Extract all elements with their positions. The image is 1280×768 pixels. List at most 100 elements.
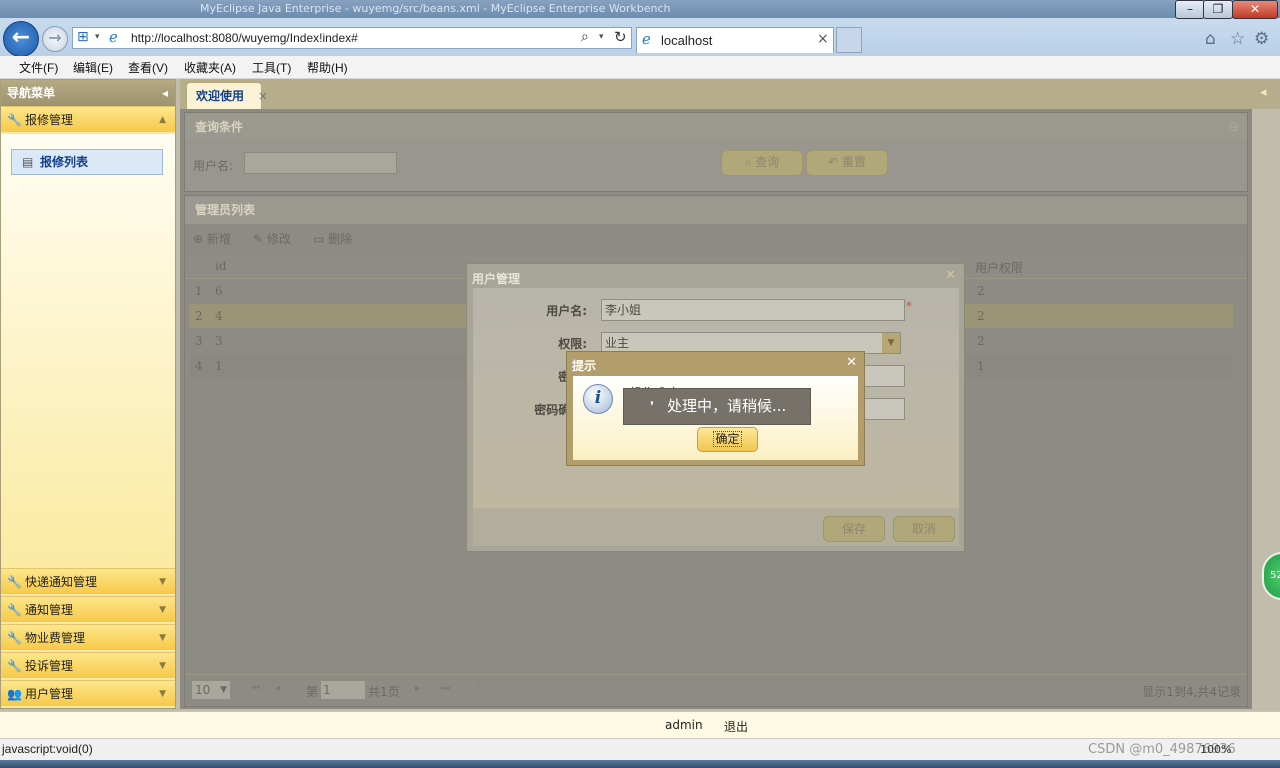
reset-button[interactable]: ↶ 重置 bbox=[806, 150, 888, 176]
delete-label: 删除 bbox=[328, 232, 353, 246]
sidebar-item-repair-list[interactable]: ▤ 报修列表 bbox=[11, 149, 163, 175]
pager: 10 ▼ ⏮ ◂ 第 1 共1页 ▸ ⏭ ↻ 显示1到4,共4记录 bbox=[185, 674, 1247, 707]
section-label: 物业费管理 bbox=[25, 631, 86, 645]
menu-tools[interactable]: 工具(T) bbox=[252, 59, 291, 76]
compat-icon[interactable]: ⊞ bbox=[77, 29, 89, 45]
cell-id: 6 bbox=[215, 284, 223, 298]
new-tab-button[interactable] bbox=[836, 27, 862, 53]
alert-title: 提示 bbox=[572, 359, 597, 373]
section-label: 快递通知管理 bbox=[25, 575, 98, 589]
edit-button[interactable]: ✎ 修改 bbox=[253, 230, 291, 247]
row-number: 3 bbox=[195, 334, 203, 348]
spinner-icon: ❜ bbox=[650, 399, 654, 413]
collapse-sidebar-icon[interactable]: ◂ bbox=[156, 80, 168, 106]
collapse-panel-icon[interactable]: ⊖ bbox=[1228, 120, 1239, 135]
loading-mask: ❜ 处理中，请稍候... bbox=[623, 388, 811, 425]
logout-link[interactable]: 退出 bbox=[724, 718, 748, 735]
search-button[interactable]: ⌕ 查询 bbox=[721, 150, 803, 176]
add-button[interactable]: ⊕ 新增 bbox=[193, 230, 231, 247]
tab-welcome[interactable]: 欢迎使用 × bbox=[186, 82, 268, 109]
refresh-icon[interactable]: ↻ bbox=[475, 681, 486, 696]
refresh-icon[interactable]: ↻ bbox=[614, 28, 627, 46]
save-button[interactable]: 保存 bbox=[823, 516, 885, 542]
tab-label: 欢迎使用 bbox=[196, 89, 245, 103]
cell-id: 4 bbox=[215, 309, 223, 323]
search-icon[interactable]: ⌕ bbox=[581, 29, 589, 45]
browser-tab[interactable]: ℯ localhost × bbox=[636, 27, 834, 53]
permission-label: 权限: bbox=[558, 337, 587, 351]
query-username-input[interactable] bbox=[244, 152, 397, 174]
menu-help[interactable]: 帮助(H) bbox=[307, 59, 348, 76]
maximize-button[interactable]: ❐ bbox=[1203, 0, 1233, 19]
last-page-icon[interactable]: ⏭ bbox=[441, 683, 450, 694]
next-page-icon[interactable]: ▸ bbox=[415, 683, 420, 694]
dialog-close-icon[interactable]: ✕ bbox=[945, 268, 956, 283]
wrench-icon: 🔧 bbox=[7, 659, 22, 673]
list-panel-title: 管理员列表 bbox=[185, 196, 1247, 224]
cancel-button[interactable]: 取消 bbox=[893, 516, 955, 542]
tab-close-icon[interactable]: × bbox=[249, 83, 268, 109]
wrench-icon: 🔧 bbox=[7, 631, 22, 645]
status-bar: javascript:void(0) CSDN @m0_49876936 100… bbox=[0, 738, 1280, 760]
col-id[interactable]: id bbox=[215, 259, 227, 273]
collapse-right-icon[interactable]: ◂ bbox=[1260, 85, 1267, 100]
delete-button[interactable]: ▭ 删除 bbox=[313, 230, 352, 247]
page-number-input[interactable]: 1 bbox=[320, 680, 366, 700]
minimize-button[interactable]: – bbox=[1175, 0, 1205, 19]
add-label: 新增 bbox=[206, 232, 231, 246]
cell-permission: 2 bbox=[977, 284, 985, 298]
sidebar: 导航菜单 ◂ 🔧 报修管理 ▲ ▤ 报修列表 🔧 快递通知管理 ▼ 🔧 通知管理… bbox=[0, 79, 176, 709]
menu-view[interactable]: 查看(V) bbox=[128, 59, 168, 76]
page-size-select[interactable]: 10 ▼ bbox=[191, 680, 231, 700]
ok-button[interactable]: 确定 bbox=[697, 427, 758, 452]
cell-id: 3 bbox=[215, 334, 223, 348]
section-label: 通知管理 bbox=[25, 603, 74, 617]
menu-file[interactable]: 文件(F) bbox=[19, 59, 58, 76]
window-close-button[interactable]: ✕ bbox=[1232, 0, 1278, 19]
tab-strip: 欢迎使用 × ◂ bbox=[180, 79, 1280, 109]
zoom-level[interactable]: 100% bbox=[1200, 743, 1231, 756]
alert-close-icon[interactable]: ✕ bbox=[846, 355, 857, 370]
back-arrow-icon[interactable]: ← bbox=[3, 21, 39, 57]
list-toolbar: ⊕ 新增 ✎ 修改 ▭ 删除 bbox=[185, 224, 1247, 252]
sidebar-section-notice[interactable]: 🔧 通知管理 ▼ bbox=[1, 596, 175, 622]
address-url[interactable]: http://localhost:8080/wuyemg/Index!index… bbox=[131, 31, 358, 45]
gear-icon[interactable]: ⚙ bbox=[1254, 29, 1269, 49]
chevron-down-icon[interactable]: ▼ bbox=[882, 333, 900, 353]
sidebar-section-complaint[interactable]: 🔧 投诉管理 ▼ bbox=[1, 652, 175, 678]
browser-chrome: MyEclipse Java Enterprise - wuyemg/src/b… bbox=[0, 0, 1280, 57]
sidebar-title: 导航菜单 ◂ bbox=[1, 80, 175, 106]
info-icon: i bbox=[583, 384, 613, 414]
sidebar-section-repair[interactable]: 🔧 报修管理 ▲ bbox=[1, 106, 175, 132]
sidebar-section-fee[interactable]: 🔧 物业费管理 ▼ bbox=[1, 624, 175, 650]
cell-permission: 2 bbox=[977, 334, 985, 348]
permission-value: 业主 bbox=[605, 336, 630, 350]
prev-page-icon[interactable]: ◂ bbox=[275, 683, 280, 694]
menu-edit[interactable]: 编辑(E) bbox=[73, 59, 113, 76]
row-number: 4 bbox=[195, 359, 203, 373]
page-total: 共1页 bbox=[368, 685, 400, 699]
tab-close-icon[interactable]: × bbox=[817, 31, 829, 47]
window-titlebar: MyEclipse Java Enterprise - wuyemg/src/b… bbox=[0, 0, 1280, 18]
col-permission[interactable]: 用户权限 bbox=[975, 259, 1023, 276]
address-bar[interactable]: ⊞ ▾ ℯ http://localhost:8080/wuyemg/Index… bbox=[72, 27, 632, 49]
footer-username: admin bbox=[665, 718, 703, 732]
sidebar-item-label: 报修列表 bbox=[40, 155, 89, 169]
list-icon: ▤ bbox=[22, 155, 34, 169]
username-input[interactable]: 李小姐 bbox=[601, 299, 905, 321]
query-panel-title: 查询条件 bbox=[185, 113, 1247, 141]
search-button-label: 查询 bbox=[755, 155, 780, 169]
sidebar-section-users[interactable]: 👥 用户管理 ▼ bbox=[1, 680, 175, 706]
home-icon[interactable]: ⌂ bbox=[1205, 29, 1216, 49]
menu-favorites[interactable]: 收藏夹(A) bbox=[184, 59, 236, 76]
chevron-down-icon: ▼ bbox=[159, 689, 166, 699]
sidebar-section-express[interactable]: 🔧 快递通知管理 ▼ bbox=[1, 568, 175, 594]
forward-arrow-icon[interactable]: → bbox=[42, 26, 68, 52]
section-label: 报修管理 bbox=[25, 113, 74, 127]
taskbar bbox=[0, 760, 1280, 768]
first-page-icon[interactable]: ⏮ bbox=[251, 683, 260, 694]
search-dropdown-icon[interactable]: ▾ bbox=[599, 32, 604, 42]
favorites-star-icon[interactable]: ☆ bbox=[1230, 29, 1245, 49]
app-footer: admin 退出 bbox=[0, 711, 1280, 738]
dropdown-icon[interactable]: ▾ bbox=[95, 32, 100, 42]
